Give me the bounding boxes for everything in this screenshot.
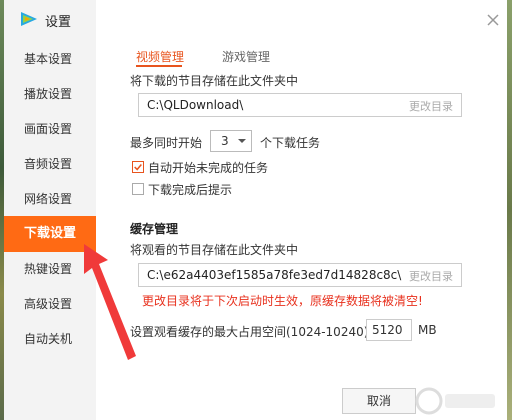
- download-folder-field[interactable]: C:\QLDownload\ 更改目录: [138, 93, 462, 117]
- max-concurrent-value: 3: [221, 134, 229, 148]
- tab-video-management[interactable]: 视频管理: [136, 48, 184, 65]
- settings-dialog: 设置 基本设置 播放设置 画面设置 音频设置 网络设置 下载设置 热键设置 高级…: [4, 0, 507, 420]
- cache-warning-text: 更改目录将于下次启动时生效，原缓存数据将被清空!: [142, 294, 423, 308]
- background-right-strip: [507, 0, 512, 420]
- watermark-logo-icon: [415, 387, 495, 415]
- sidebar-item-basic[interactable]: 基本设置: [4, 41, 96, 77]
- auto-start-label: 自动开始未完成的任务: [148, 161, 269, 175]
- tab-game-management[interactable]: 游戏管理: [222, 48, 270, 65]
- active-tab-underline: [136, 65, 182, 67]
- download-prompt-checkbox[interactable]: [132, 183, 144, 195]
- cache-folder-field[interactable]: C:\e62a4403ef1585a78fe3ed7d14828c8c\ 更改目…: [138, 263, 462, 287]
- cache-change-dir-button[interactable]: 更改目录: [409, 268, 453, 284]
- sidebar-item-picture[interactable]: 画面设置: [4, 111, 96, 147]
- cache-folder-path: C:\e62a4403ef1585a78fe3ed7d14828c8c\: [147, 268, 402, 282]
- download-prompt-label: 下载完成后提示: [148, 183, 233, 197]
- sidebar-item-playback[interactable]: 播放设置: [4, 76, 96, 112]
- auto-start-checkbox[interactable]: [132, 161, 144, 173]
- sidebar-item-network[interactable]: 网络设置: [4, 181, 96, 217]
- download-change-dir-button[interactable]: 更改目录: [409, 98, 453, 114]
- cache-folder-label: 将观看的节目存储在此文件夹中: [130, 243, 299, 257]
- max-space-label: 设置观看缓存的最大占用空间(1024-10240): [130, 325, 369, 339]
- tencent-video-logo-icon: [21, 12, 37, 26]
- sidebar-item-audio[interactable]: 音频设置: [4, 146, 96, 182]
- max-space-unit: MB: [418, 323, 437, 337]
- main-content: 视频管理 游戏管理 将下载的节目存储在此文件夹中 C:\QLDownload\ …: [126, 0, 507, 420]
- max-concurrent-prefix: 最多同时开始: [130, 136, 203, 150]
- max-concurrent-select[interactable]: 3: [210, 130, 252, 152]
- max-space-value: 5120: [372, 323, 403, 337]
- download-folder-path: C:\QLDownload\: [147, 98, 244, 112]
- max-space-input[interactable]: 5120: [366, 319, 412, 341]
- cache-section-title: 缓存管理: [130, 222, 179, 236]
- checkmark-icon: [134, 164, 142, 171]
- download-folder-label: 将下载的节目存储在此文件夹中: [130, 74, 299, 88]
- max-concurrent-suffix: 个下载任务: [260, 136, 321, 150]
- chevron-down-icon: [238, 139, 246, 143]
- annotation-arrow-icon: [84, 244, 136, 360]
- cancel-button[interactable]: 取消: [342, 388, 416, 414]
- window-title: 设置: [45, 15, 72, 30]
